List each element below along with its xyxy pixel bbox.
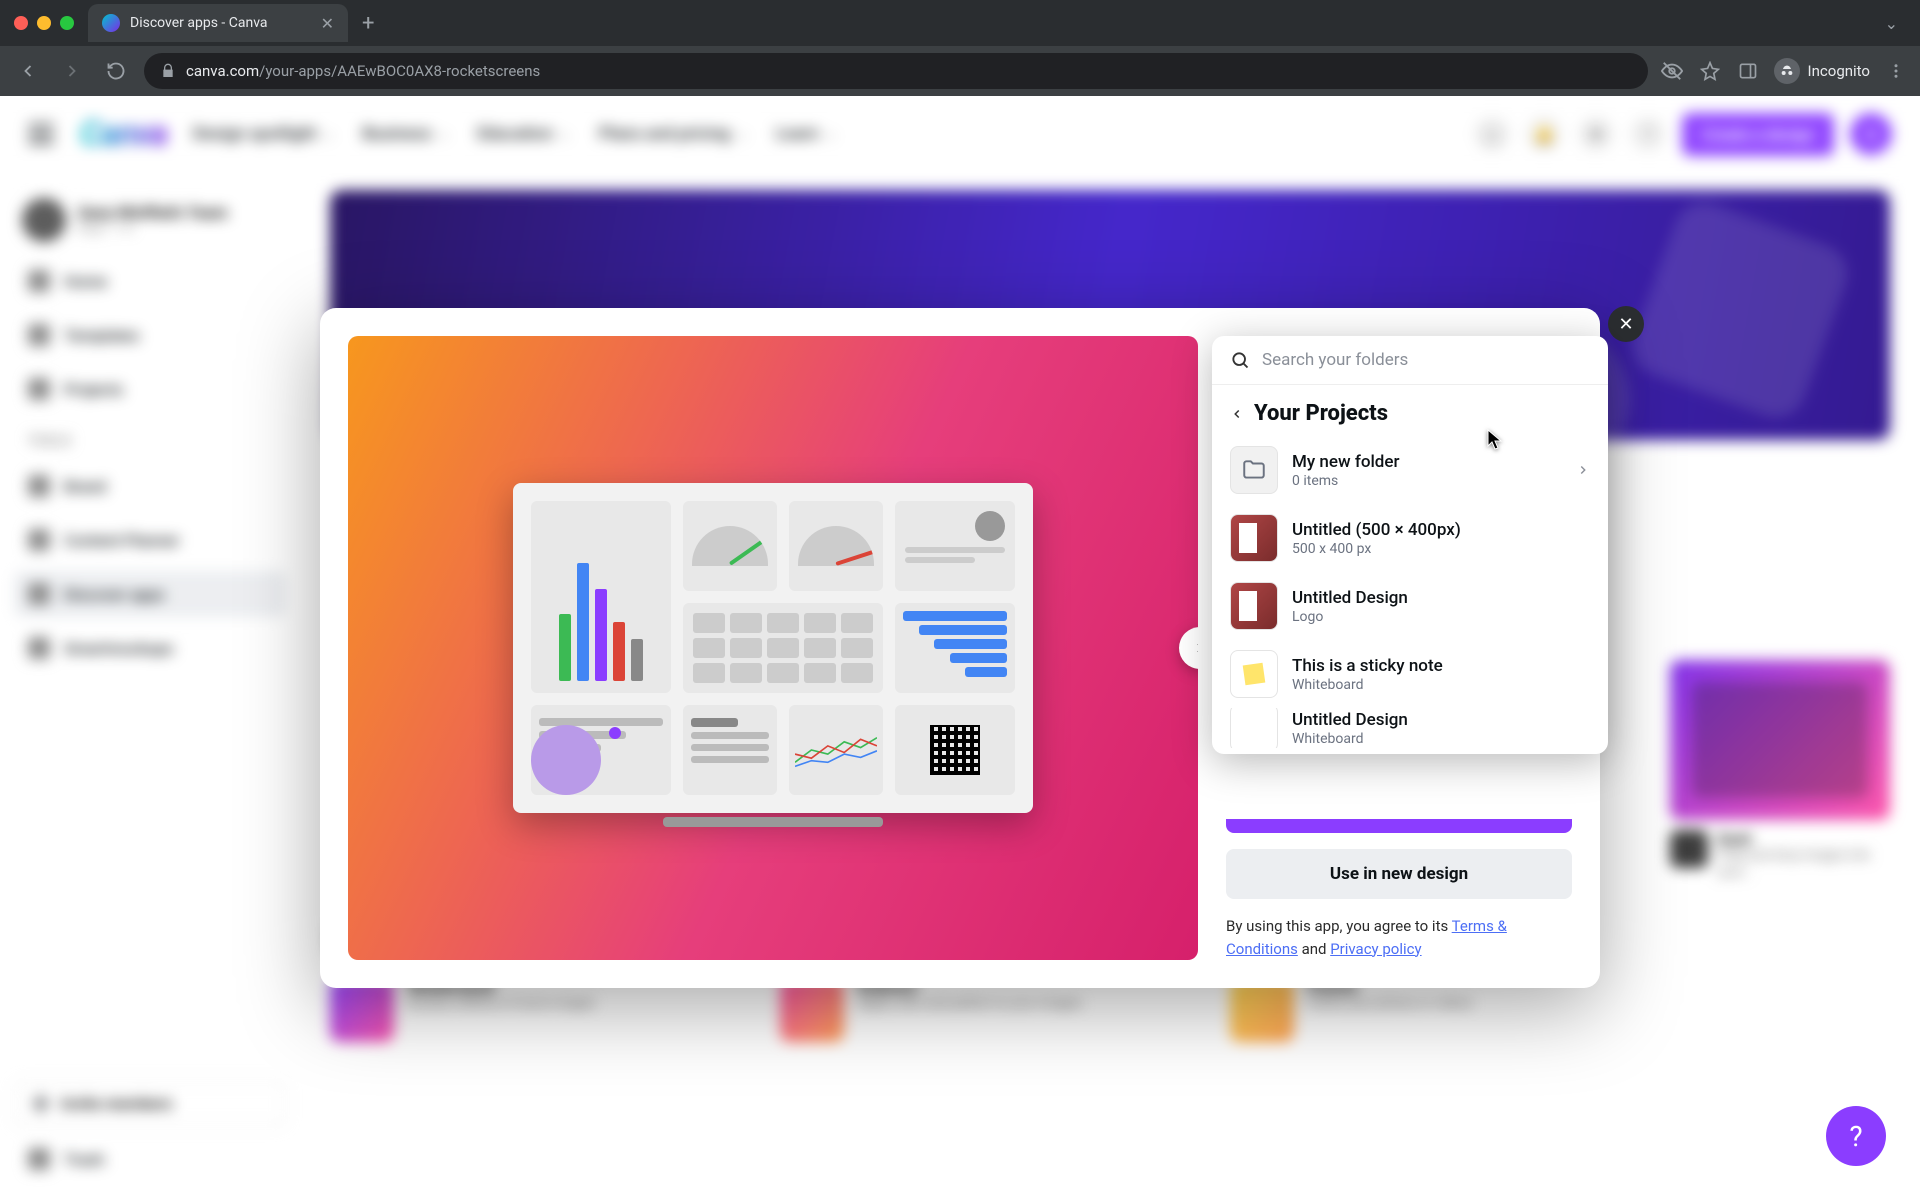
- reload-button[interactable]: [100, 55, 132, 87]
- folder-picker-popover: Your Projects My new folder 0 items: [1212, 336, 1608, 754]
- picker-item-sticky[interactable]: This is a sticky note Whiteboard: [1212, 640, 1608, 708]
- eye-off-icon[interactable]: [1660, 59, 1684, 83]
- incognito-indicator[interactable]: Incognito: [1774, 58, 1870, 84]
- folder-icon: [1230, 446, 1278, 494]
- maximize-window-icon[interactable]: [60, 16, 74, 30]
- use-new-design-button[interactable]: Use in new design: [1226, 849, 1572, 899]
- picker-item-whiteboard[interactable]: Untitled Design Whiteboard: [1212, 708, 1608, 748]
- modal-preview: [348, 336, 1198, 960]
- browser-tab[interactable]: Discover apps - Canva ✕: [88, 4, 348, 42]
- help-fab-button[interactable]: ?: [1826, 1106, 1886, 1166]
- picker-item-design-1[interactable]: Untitled (500 × 400px) 500 x 400 px: [1212, 504, 1608, 572]
- tab-overflow-icon[interactable]: ⌄: [1877, 14, 1906, 33]
- folder-search-input[interactable]: [1262, 350, 1590, 370]
- picker-item-design-2[interactable]: Untitled Design Logo: [1212, 572, 1608, 640]
- window-titlebar: Discover apps - Canva ✕ + ⌄: [0, 0, 1920, 46]
- blank-thumb-icon: [1230, 708, 1278, 748]
- forward-button: [56, 55, 88, 87]
- bookmark-star-icon[interactable]: [1698, 59, 1722, 83]
- tab-favicon-icon: [102, 14, 120, 32]
- picker-back-button[interactable]: [1230, 407, 1244, 421]
- incognito-label: Incognito: [1808, 62, 1870, 80]
- design-thumb-icon: [1230, 514, 1278, 562]
- use-existing-button[interactable]: [1226, 819, 1572, 833]
- address-bar: canva.com/your-apps/AAEwBOC0AX8-rocketsc…: [0, 46, 1920, 96]
- mouse-cursor-icon: [1487, 429, 1503, 451]
- dashboard-preview-icon: [513, 483, 1033, 813]
- sidepanel-icon[interactable]: [1736, 59, 1760, 83]
- carousel-next-button[interactable]: [1179, 627, 1198, 669]
- incognito-icon: [1774, 58, 1800, 84]
- minimize-window-icon[interactable]: [37, 16, 51, 30]
- chevron-right-icon: [1576, 463, 1590, 477]
- app-install-modal: ✕: [320, 308, 1600, 988]
- design-thumb-icon: [1230, 582, 1278, 630]
- picker-title: Your Projects: [1254, 401, 1388, 426]
- close-window-icon[interactable]: [14, 16, 28, 30]
- tab-close-icon[interactable]: ✕: [321, 14, 334, 33]
- lock-icon: [160, 63, 176, 79]
- kebab-menu-icon[interactable]: [1884, 59, 1908, 83]
- url-input[interactable]: canva.com/your-apps/AAEwBOC0AX8-rocketsc…: [144, 53, 1648, 89]
- picker-item-folder[interactable]: My new folder 0 items: [1212, 436, 1608, 504]
- window-controls[interactable]: [14, 16, 74, 30]
- back-button[interactable]: [12, 55, 44, 87]
- new-tab-button[interactable]: +: [362, 11, 374, 36]
- modal-close-button[interactable]: ✕: [1608, 306, 1644, 342]
- sticky-note-icon: [1230, 650, 1278, 698]
- legal-text: By using this app, you agree to its Term…: [1226, 915, 1572, 960]
- url-text: canva.com/your-apps/AAEwBOC0AX8-rocketsc…: [186, 62, 540, 80]
- search-icon: [1230, 350, 1250, 370]
- privacy-link[interactable]: Privacy policy: [1330, 940, 1421, 958]
- tab-title: Discover apps - Canva: [130, 15, 311, 31]
